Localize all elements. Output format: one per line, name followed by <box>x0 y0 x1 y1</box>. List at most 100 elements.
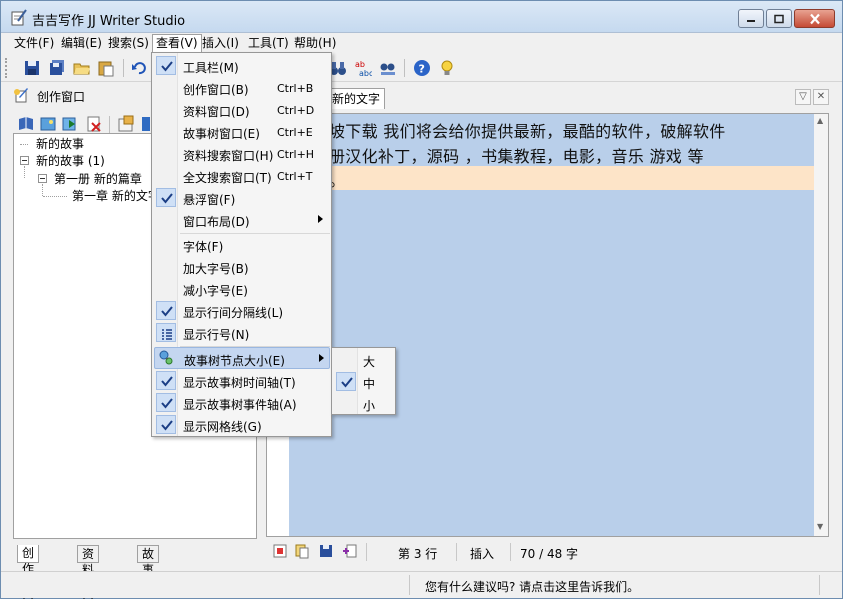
submenu-arrow-icon <box>319 354 324 362</box>
node-size-submenu: 大 中 小 <box>331 347 396 415</box>
submenu-item-small[interactable]: 小 <box>334 393 394 415</box>
tab-close-icon[interactable]: ✕ <box>813 89 829 105</box>
save-all-icon[interactable] <box>48 59 66 77</box>
menu-file[interactable]: 文件(F) <box>11 34 57 52</box>
menu-help[interactable]: 帮助(H) <box>291 34 339 52</box>
menu-item-label: 字体(F) <box>183 240 224 254</box>
line-numbers-icon <box>156 323 176 342</box>
status-divider <box>819 575 820 595</box>
document-tab-bar: 新的文字 ▽ ✕ <box>265 85 836 109</box>
menu-item-font[interactable]: 字体(F) <box>154 234 330 256</box>
tree-node-volume[interactable]: 第一册 新的篇章 <box>54 171 142 187</box>
scroll-down-icon[interactable]: ▼ <box>817 522 823 531</box>
scroll-up-icon[interactable]: ▲ <box>817 116 823 125</box>
menu-item-increase-font-size[interactable]: 加大字号(B) <box>154 256 330 278</box>
editor-content[interactable]: 坡下载 我们将会给你提供最新，最酷的软件，破解软件 册汉化补丁，源码 ，书集教程… <box>289 114 814 536</box>
tree-connector <box>20 144 28 145</box>
image-add-icon[interactable] <box>39 115 57 133</box>
menu-item-resource-search-window[interactable]: 资料搜索窗口(H) Ctrl+H <box>154 143 330 165</box>
minimize-icon <box>747 19 755 22</box>
menu-item-show-tree-timeline[interactable]: 显示故事树时间轴(T) <box>154 370 330 392</box>
feedback-link[interactable]: 您有什么建议吗? 请点击这里告诉我们。 <box>425 578 639 595</box>
close-icon <box>809 13 820 24</box>
menu-item-show-line-numbers[interactable]: 显示行号(N) <box>154 322 330 344</box>
toolbar: ab abc ? <box>1 54 842 82</box>
view-menu-dropdown: 工具栏(M) 创作窗口(B) Ctrl+B 资料窗口(D) Ctrl+D 故事树… <box>151 52 332 437</box>
tab-list-icon[interactable]: ▽ <box>795 89 811 105</box>
menu-item-toolbar[interactable]: 工具栏(M) <box>154 55 330 77</box>
menu-item-label: 资料搜索窗口(H) <box>183 149 274 163</box>
menu-item-resource-window[interactable]: 资料窗口(D) Ctrl+D <box>154 99 330 121</box>
spellcheck-icon[interactable]: ababc <box>354 59 372 77</box>
close-button[interactable] <box>794 9 835 28</box>
menu-item-label: 资料窗口(D) <box>183 105 250 119</box>
menu-item-show-grid[interactable]: 显示网格线(G) <box>154 414 330 436</box>
open-folder-icon[interactable] <box>73 59 91 77</box>
menu-item-label: 悬浮窗(F) <box>183 193 236 207</box>
tab-resource-window[interactable]: 资料窗口 <box>77 545 100 599</box>
menu-item-fulltext-search-window[interactable]: 全文搜索窗口(T) Ctrl+T <box>154 165 330 187</box>
menu-item-floating-window[interactable]: 悬浮窗(F) <box>154 187 330 209</box>
copy-icon[interactable] <box>294 543 310 559</box>
save-icon[interactable] <box>318 543 334 559</box>
save-icon[interactable] <box>23 59 41 77</box>
menu-item-window-layout[interactable]: 窗口布局(D) <box>154 209 330 231</box>
check-icon <box>156 188 176 207</box>
paste-icon[interactable] <box>97 59 115 77</box>
tree-connector <box>42 184 43 196</box>
maximize-button[interactable] <box>766 9 792 28</box>
toolbar-separator <box>123 59 124 77</box>
menu-item-label: 显示行间分隔线(L) <box>183 306 284 320</box>
tree-collapse-toggle[interactable] <box>38 174 47 183</box>
tab-writing-window[interactable]: 创作窗口 <box>17 545 40 599</box>
menu-item-writing-window[interactable]: 创作窗口(B) Ctrl+B <box>154 77 330 99</box>
properties-icon[interactable] <box>117 115 135 133</box>
menu-item-label: 创作窗口(B) <box>183 83 249 97</box>
submenu-item-large[interactable]: 大 <box>334 349 394 371</box>
tip-bulb-icon[interactable] <box>438 59 456 77</box>
menu-item-tree-node-size[interactable]: 故事树节点大小(E) <box>154 347 330 369</box>
undo-icon[interactable] <box>131 59 149 77</box>
check-icon <box>156 393 176 412</box>
menu-item-label: 加大字号(B) <box>183 262 249 276</box>
help-icon[interactable]: ? <box>413 59 431 77</box>
menu-item-show-line-separator[interactable]: 显示行间分隔线(L) <box>154 300 330 322</box>
status-word-count: 70 / 48 字 <box>520 547 579 561</box>
menu-item-show-tree-event-axis[interactable]: 显示故事树事件轴(A) <box>154 392 330 414</box>
menu-insert[interactable]: 插入(I) <box>199 34 242 52</box>
menu-item-label: 窗口布局(D) <box>183 215 250 229</box>
toolbar-grip[interactable] <box>5 58 8 78</box>
format-icon[interactable] <box>272 543 288 559</box>
check-icon <box>336 372 356 391</box>
submenu-item-medium[interactable]: 中 <box>334 371 394 393</box>
status-mode: 插入 <box>470 547 495 561</box>
submenu-arrow-icon <box>318 215 323 223</box>
tree-node-chapter[interactable]: 第一章 新的文字 <box>72 188 160 204</box>
menu-item-story-tree-window[interactable]: 故事树窗口(E) Ctrl+E <box>154 121 330 143</box>
minimize-button[interactable] <box>738 9 764 28</box>
notepad-pen-icon <box>11 9 27 26</box>
menu-item-decrease-font-size[interactable]: 减小字号(E) <box>154 278 330 300</box>
export-icon[interactable] <box>61 115 79 133</box>
left-panel-title: 创作窗口 <box>37 90 86 104</box>
tree-node-story[interactable]: 新的故事 <box>36 136 84 152</box>
find-replace-icon[interactable] <box>379 59 397 77</box>
menu-view[interactable]: 查看(V) <box>152 34 202 52</box>
menu-tools[interactable]: 工具(T) <box>245 34 292 52</box>
menu-item-label: 减小字号(E) <box>183 284 248 298</box>
menu-item-shortcut: Ctrl+D <box>277 104 315 117</box>
menu-edit[interactable]: 编辑(E) <box>58 34 105 52</box>
delete-icon[interactable] <box>85 115 103 133</box>
document-tab[interactable]: 新的文字 <box>327 88 385 109</box>
insert-page-icon[interactable] <box>342 543 358 559</box>
tree-connector <box>24 166 25 178</box>
tab-story-tree[interactable]: 故事树 <box>137 545 160 593</box>
tree-collapse-toggle[interactable] <box>20 156 29 165</box>
vertical-scrollbar[interactable]: ▲ ▼ <box>814 114 828 536</box>
text-editor[interactable]: 坡下载 我们将会给你提供最新，最酷的软件，破解软件 册汉化补丁，源码 ，书集教程… <box>266 113 829 537</box>
tree-node-story-1[interactable]: 新的故事 (1) <box>36 153 105 169</box>
menu-search[interactable]: 搜索(S) <box>105 34 152 52</box>
book-icon[interactable] <box>17 115 35 133</box>
tree-nodes-icon <box>157 349 177 368</box>
editor-panel: 新的文字 ▽ ✕ 坡下载 我们将会给你提供最新，最酷的软件，破解软件 册汉化补丁… <box>265 83 836 567</box>
